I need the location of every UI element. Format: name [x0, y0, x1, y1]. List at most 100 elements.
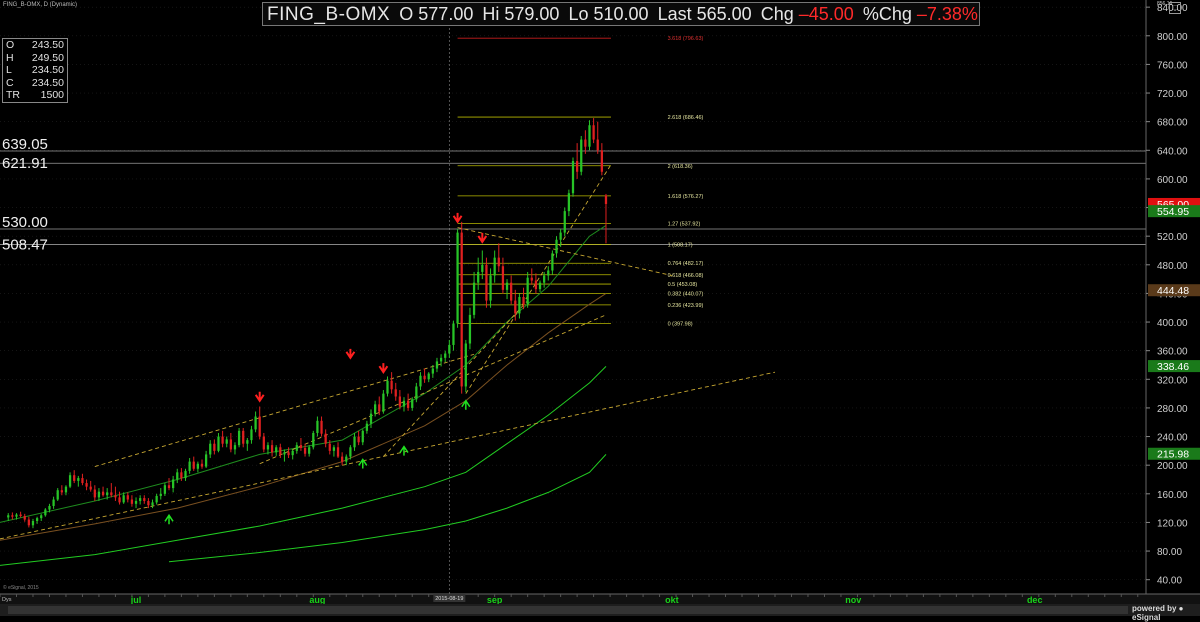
chart-background	[0, 0, 1200, 616]
candle-body	[200, 463, 204, 467]
price-axis-label: 720.00	[1157, 89, 1188, 100]
candle-body	[448, 344, 451, 354]
candle-body	[580, 139, 583, 172]
candle-body	[192, 461, 195, 469]
candle-body	[518, 297, 521, 314]
price-axis-label: 320.00	[1157, 375, 1188, 386]
candle-body	[262, 436, 265, 450]
fib-level-label: 1.27 (537.92)	[668, 221, 701, 227]
time-axis-month-label: dec	[1027, 595, 1043, 605]
last-label: Last	[657, 4, 692, 24]
candle-body	[221, 436, 224, 444]
candle-body	[81, 478, 84, 484]
cursor-row-tr: TR 1500	[6, 89, 64, 101]
candle-body	[596, 139, 599, 151]
period-label: Dys	[2, 597, 12, 603]
price-axis-label: 760.00	[1157, 60, 1188, 71]
candle-body	[93, 489, 96, 498]
candle-body	[584, 139, 587, 147]
candle-body	[44, 509, 47, 516]
candle-body	[332, 447, 336, 451]
cursor-row-close: C 234.50	[6, 76, 64, 89]
candle-body	[345, 456, 348, 462]
candle-body	[588, 125, 591, 147]
sr-line-label: 639.05	[2, 136, 48, 153]
candle-body	[266, 445, 270, 450]
candle-body	[130, 499, 134, 504]
price-axis-label: 680.00	[1157, 118, 1188, 129]
low-value: 510.00	[593, 4, 649, 24]
high-label: Hi	[482, 4, 500, 24]
candle-body	[217, 436, 220, 451]
candle-body	[11, 515, 14, 517]
candle-body	[316, 420, 319, 433]
candle-body	[398, 396, 401, 407]
candle-body	[64, 486, 68, 493]
candle-body	[514, 300, 517, 314]
candle-body	[522, 297, 525, 305]
candle-body	[497, 257, 500, 267]
candle-body	[320, 420, 323, 434]
candle-body	[176, 472, 179, 480]
candle-body	[287, 452, 290, 456]
candle-body	[501, 266, 505, 290]
quote-header: FING_B-OMX O 577.00 Hi 579.00 Lo 510.00 …	[262, 2, 980, 26]
candle-body	[233, 445, 237, 450]
candle-body	[48, 505, 51, 510]
candle-body	[551, 253, 554, 271]
candle-body	[464, 343, 467, 387]
candle-body	[114, 495, 117, 498]
price-axis-label: 280.00	[1157, 404, 1188, 415]
candle-body	[604, 195, 608, 204]
price-tag-label: 554.95	[1157, 206, 1189, 218]
candle-body	[283, 452, 286, 455]
candle-body	[435, 361, 439, 369]
candle-body	[60, 490, 63, 493]
candle-body	[336, 447, 340, 457]
candle-body	[489, 275, 492, 301]
candle-body	[328, 443, 331, 451]
fib-level-label: 0.618 (466.08)	[668, 273, 704, 279]
candle-body	[213, 443, 216, 451]
open-label: O	[399, 4, 414, 24]
last-value: 565.00	[696, 4, 752, 24]
candle-body	[481, 264, 484, 272]
candle-body	[97, 491, 101, 498]
fib-level-label: 0.5 (453.08)	[668, 282, 698, 288]
candle-body	[270, 445, 274, 453]
candle-body	[431, 368, 434, 374]
price-chart[interactable]: 639.05 621.91 530.00 508.47 3.618 (796.63) 2.…	[0, 0, 1200, 616]
candle-body	[52, 499, 55, 506]
candle-body	[485, 264, 488, 301]
candle-body	[427, 373, 430, 380]
sr-line-label: 621.91	[2, 155, 48, 172]
candle-body	[526, 277, 529, 305]
price-tag-label: 215.98	[1157, 449, 1189, 461]
price-axis-label: 600.00	[1157, 175, 1188, 186]
candle-body	[31, 521, 35, 526]
candle-body	[35, 518, 39, 522]
candle-body	[439, 357, 443, 362]
window-corner-button[interactable]: □	[1169, 2, 1181, 14]
candle-body	[415, 386, 418, 400]
candle-body	[444, 353, 447, 358]
cursor-row-open: O 243.50	[6, 39, 64, 51]
candle-body	[139, 498, 142, 501]
candle-body	[209, 443, 212, 455]
chart-id-label: FING_B-OMX, D (Dynamic)	[3, 2, 78, 8]
fib-level-label: 0.236 (423.99)	[668, 303, 704, 309]
candle-body	[188, 461, 191, 471]
fib-level-label: 1 (508.17)	[668, 243, 693, 249]
candle-body	[159, 493, 162, 496]
candle-body	[312, 432, 315, 448]
price-axis-label: 80.00	[1157, 547, 1182, 558]
candle-body	[530, 277, 533, 281]
candle-body	[110, 492, 113, 496]
price-axis-label: 800.00	[1157, 32, 1188, 43]
candle-body	[406, 400, 410, 408]
price-axis-label: 200.00	[1157, 461, 1188, 472]
candle-body	[254, 416, 257, 430]
candle-body	[23, 515, 26, 520]
fib-level-label: 2 (618.36)	[668, 164, 693, 170]
price-axis-label: 160.00	[1157, 490, 1188, 501]
